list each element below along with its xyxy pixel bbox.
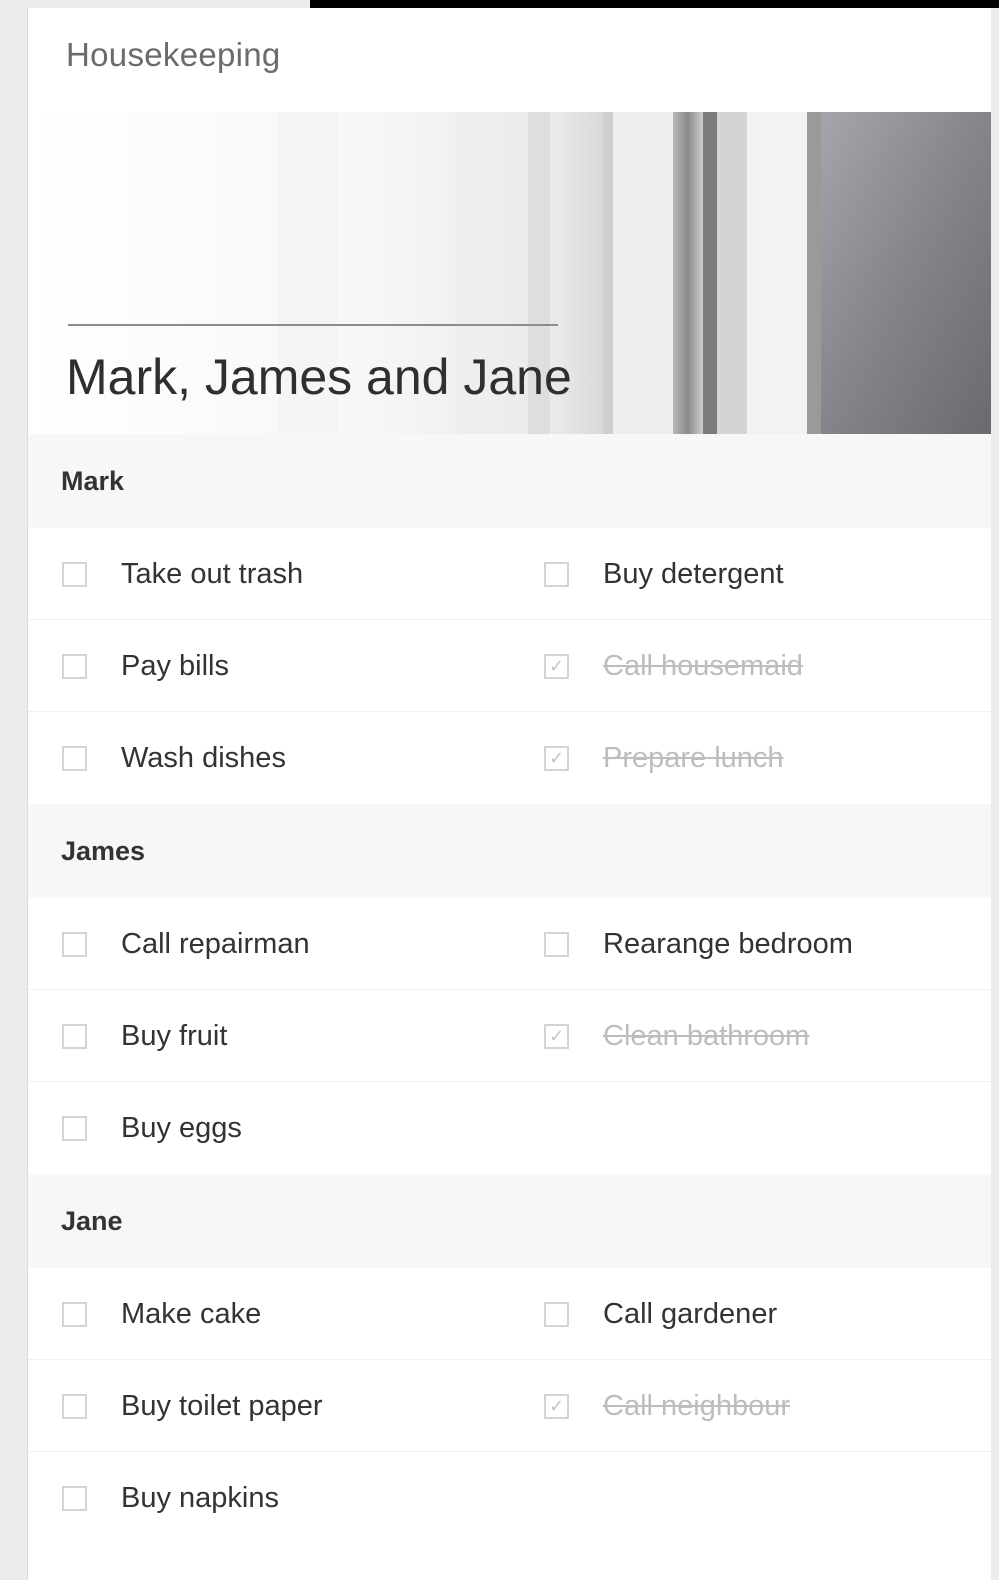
window-top-bar	[310, 0, 999, 8]
housekeeping-card: Housekeeping Mark, James and Jane Mark T…	[27, 8, 991, 1580]
todo-item[interactable]: Buy eggs	[62, 1082, 242, 1174]
todo-row: Wash dishes ✓ Prepare lunch	[28, 712, 991, 804]
todo-item[interactable]: Make cake	[62, 1268, 261, 1360]
todo-item[interactable]: Rearange bedroom	[544, 898, 853, 990]
todo-item[interactable]: Buy napkins	[62, 1452, 279, 1544]
group-name: Jane	[61, 1205, 123, 1236]
todo-label: Buy eggs	[121, 1111, 242, 1144]
todo-row: Pay bills ✓ Call housemaid	[28, 620, 991, 712]
hero-title: Mark, James and Jane	[66, 349, 572, 405]
todo-item[interactable]: Pay bills	[62, 620, 229, 712]
checkmark-icon: ✓	[548, 748, 565, 768]
checkbox-checked[interactable]: ✓	[544, 1393, 569, 1419]
todo-item[interactable]: Call gardener	[544, 1268, 777, 1360]
todo-label: Take out trash	[121, 557, 304, 590]
group-header-james: James	[28, 804, 991, 898]
todo-label: Pay bills	[121, 649, 229, 682]
checkbox[interactable]	[62, 1301, 87, 1327]
checkbox[interactable]	[62, 1393, 87, 1419]
checkbox[interactable]	[62, 1485, 87, 1511]
todo-label: Call neighbour	[603, 1389, 791, 1422]
todo-label: Call gardener	[603, 1297, 778, 1330]
todo-item-done[interactable]: ✓ Call housemaid	[544, 620, 803, 712]
checkbox[interactable]	[62, 1115, 87, 1141]
checkbox[interactable]	[544, 1301, 569, 1327]
todo-item[interactable]: Buy fruit	[62, 990, 227, 1082]
checkbox[interactable]	[62, 745, 87, 771]
todo-item[interactable]: Call repairman	[62, 898, 310, 990]
todo-label: Buy napkins	[121, 1481, 279, 1514]
todo-item[interactable]: Wash dishes	[62, 712, 286, 804]
todo-label: Buy toilet paper	[121, 1389, 323, 1422]
todo-row: Make cake Call gardener	[28, 1268, 991, 1360]
hero-divider	[68, 324, 558, 326]
todo-item-done[interactable]: ✓ Call neighbour	[544, 1360, 790, 1452]
todo-item[interactable]: Take out trash	[62, 528, 303, 620]
todo-row: Buy fruit ✓ Clean bathroom	[28, 990, 991, 1082]
todo-item[interactable]: Buy detergent	[544, 528, 784, 620]
checkbox[interactable]	[62, 561, 87, 587]
checkbox-checked[interactable]: ✓	[544, 745, 569, 771]
todo-item-done[interactable]: ✓ Clean bathroom	[544, 990, 809, 1082]
todo-label: Rearange bedroom	[603, 927, 853, 960]
group-name: Mark	[61, 465, 125, 496]
todo-row: Buy eggs	[28, 1082, 991, 1174]
checkbox-checked[interactable]: ✓	[544, 653, 569, 679]
app-title: Housekeeping	[66, 36, 281, 73]
group-header-jane: Jane	[28, 1174, 991, 1268]
todo-lists: Mark Take out trash Buy detergent Pay bi…	[28, 434, 991, 1544]
todo-label: Make cake	[121, 1297, 262, 1330]
todo-label: Call repairman	[121, 927, 310, 960]
todo-item-done[interactable]: ✓ Prepare lunch	[544, 712, 784, 804]
checkmark-icon: ✓	[548, 1026, 565, 1046]
checkbox[interactable]	[62, 653, 87, 679]
group-header-mark: Mark	[28, 434, 991, 528]
todo-label: Buy detergent	[603, 557, 784, 590]
checkbox[interactable]	[544, 561, 569, 587]
hero-banner: Mark, James and Jane	[28, 112, 991, 434]
todo-item[interactable]: Buy toilet paper	[62, 1360, 323, 1452]
checkbox[interactable]	[62, 1023, 87, 1049]
checkmark-icon: ✓	[548, 1396, 565, 1416]
checkbox[interactable]	[62, 931, 87, 957]
todo-row: Buy napkins	[28, 1452, 991, 1544]
checkmark-icon: ✓	[548, 656, 565, 676]
todo-label: Call housemaid	[603, 649, 803, 682]
todo-label: Wash dishes	[121, 741, 286, 774]
todo-label: Buy fruit	[121, 1019, 228, 1052]
checkbox[interactable]	[544, 931, 569, 957]
todo-label: Clean bathroom	[603, 1019, 810, 1052]
todo-row: Buy toilet paper ✓ Call neighbour	[28, 1360, 991, 1452]
todo-row: Take out trash Buy detergent	[28, 528, 991, 620]
todo-label: Prepare lunch	[603, 741, 784, 774]
group-name: James	[61, 835, 146, 866]
todo-row: Call repairman Rearange bedroom	[28, 898, 991, 990]
checkbox-checked[interactable]: ✓	[544, 1023, 569, 1049]
